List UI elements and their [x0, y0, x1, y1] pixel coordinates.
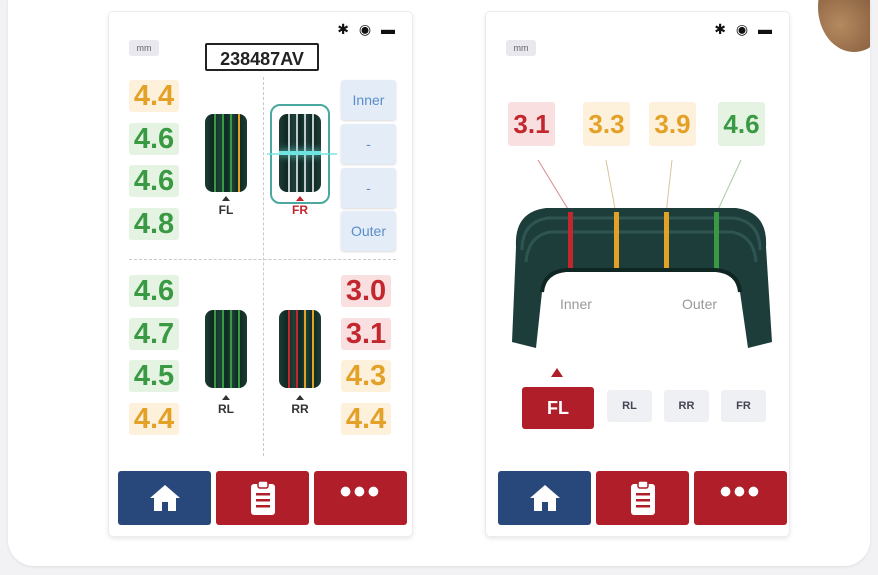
- tire-fr-label: FR: [285, 196, 315, 217]
- status-bar-icons: ✱ ◉ ▬: [714, 21, 775, 37]
- vehicle-id-box[interactable]: 238487AV: [205, 43, 319, 71]
- home-button[interactable]: [118, 471, 211, 525]
- grid-divider-vertical: [263, 77, 264, 456]
- tire-rl[interactable]: [205, 310, 247, 388]
- outer-label: Outer: [682, 296, 718, 312]
- decorative-swoosh: [818, 0, 870, 52]
- fl-value-2: 4.6: [129, 123, 179, 155]
- fl-value-1: 4.4: [129, 80, 179, 112]
- status-bar-icons: ✱ ◉ ▬: [337, 21, 398, 37]
- wheel-button-rl[interactable]: RL: [607, 390, 652, 422]
- tire-cross-section: [512, 159, 772, 348]
- position-button-3[interactable]: -: [341, 168, 396, 208]
- home-icon: [149, 485, 180, 511]
- report-button[interactable]: [596, 471, 689, 525]
- fl-value-4: 4.8: [129, 208, 179, 240]
- position-button-2[interactable]: -: [341, 124, 396, 164]
- tire-rl-label: RL: [211, 395, 241, 416]
- more-icon: •••: [339, 473, 382, 511]
- selected-wheel-indicator: [551, 368, 563, 377]
- home-icon: [529, 485, 560, 511]
- profile-value-3: 3.9: [649, 102, 696, 146]
- unit-badge: mm: [129, 40, 159, 56]
- more-icon: •••: [719, 473, 762, 511]
- rl-value-1: 4.6: [129, 275, 179, 307]
- rl-value-3: 4.5: [129, 360, 179, 392]
- rr-value-4: 4.4: [341, 403, 391, 435]
- more-button[interactable]: •••: [314, 471, 407, 525]
- wheel-button-rr[interactable]: RR: [664, 390, 709, 422]
- fl-value-3: 4.6: [129, 165, 179, 197]
- report-button[interactable]: [216, 471, 309, 525]
- rl-value-4: 4.4: [129, 403, 179, 435]
- clipboard-icon: [630, 480, 655, 515]
- tire-fl[interactable]: [205, 114, 247, 192]
- rr-value-1: 3.0: [341, 275, 391, 307]
- tire-rr[interactable]: [279, 310, 321, 388]
- unit-badge: mm: [506, 40, 536, 56]
- phone-screen-detail: ✱ ◉ ▬ mm 3.1 3.3 3.9 4.6 Inner Outer FL …: [486, 12, 789, 536]
- profile-value-4: 4.6: [718, 102, 765, 146]
- wheel-button-fl[interactable]: FL: [522, 387, 594, 429]
- rr-value-3: 4.3: [341, 360, 391, 392]
- wheel-button-fr[interactable]: FR: [721, 390, 766, 422]
- more-button[interactable]: •••: [694, 471, 787, 525]
- position-button-inner[interactable]: Inner: [341, 80, 396, 120]
- rl-value-2: 4.7: [129, 318, 179, 350]
- profile-value-1: 3.1: [508, 102, 555, 146]
- clipboard-icon: [250, 480, 275, 515]
- phone-screen-overview: ✱ ◉ ▬ mm 238487AV 4.4 4.6 4.6 4.8 FL FR: [109, 12, 412, 536]
- position-button-outer[interactable]: Outer: [341, 211, 396, 251]
- rr-value-2: 3.1: [341, 318, 391, 350]
- tire-rr-label: RR: [285, 395, 315, 416]
- scan-line-extension: [267, 153, 337, 155]
- home-button[interactable]: [498, 471, 591, 525]
- profile-value-2: 3.3: [583, 102, 630, 146]
- inner-label: Inner: [560, 296, 592, 312]
- showcase-panel: ✱ ◉ ▬ mm 238487AV 4.4 4.6 4.6 4.8 FL FR: [8, 0, 870, 566]
- tire-fl-label: FL: [211, 196, 241, 217]
